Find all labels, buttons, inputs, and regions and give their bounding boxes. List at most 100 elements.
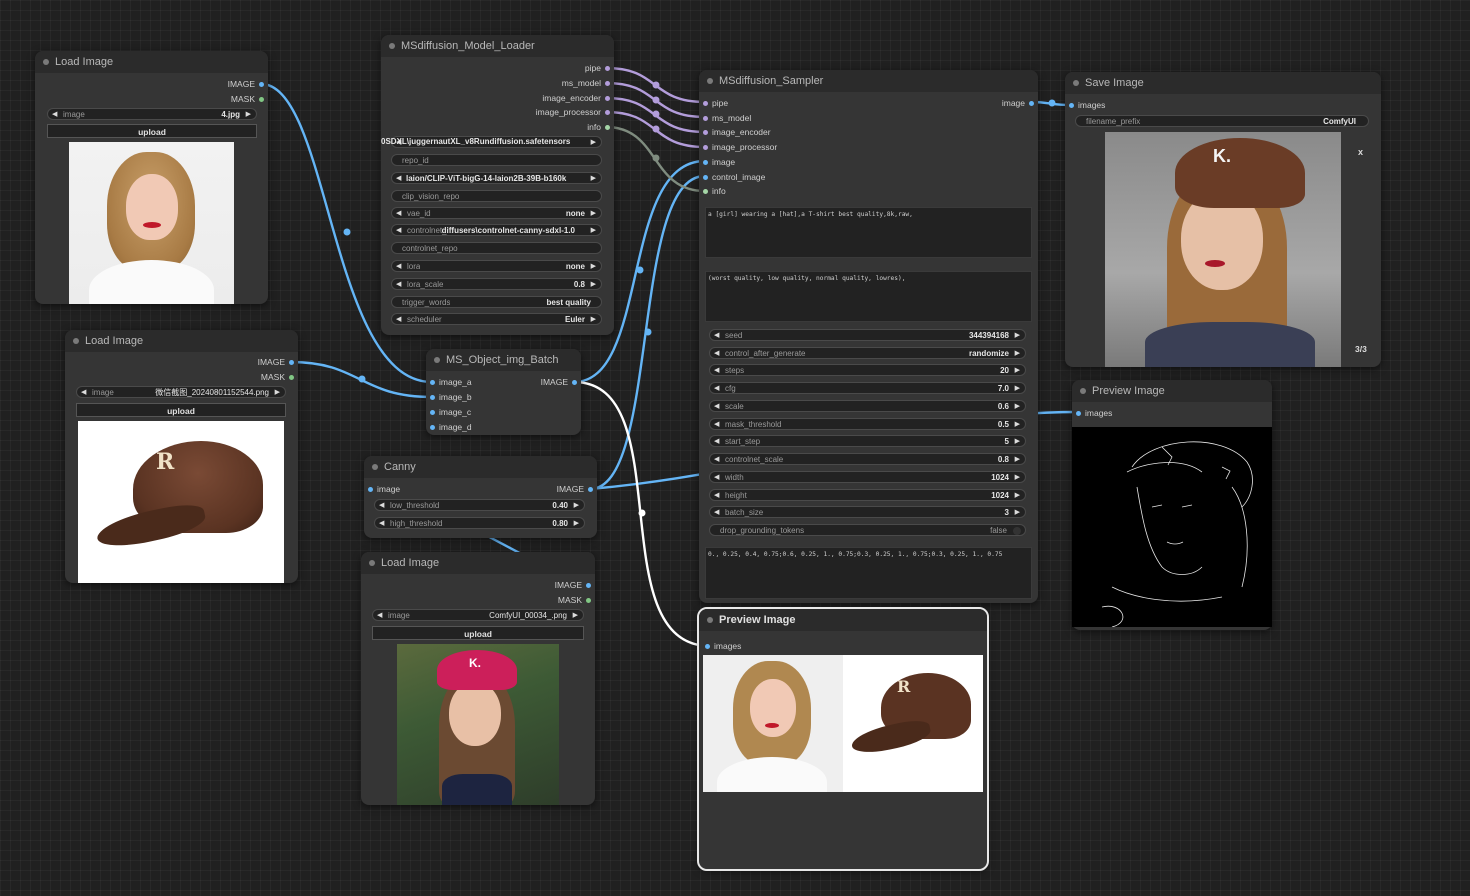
upload-button[interactable]: upload bbox=[372, 626, 584, 640]
controlnet-repo-field[interactable]: controlnet_repo bbox=[391, 242, 602, 254]
node-title-bar[interactable]: Load Image bbox=[65, 330, 298, 352]
collapse-dot-icon[interactable] bbox=[369, 560, 375, 566]
controlnet-widget[interactable]: ◀ controlnet_... diffusers\controlnet-cann… bbox=[391, 224, 602, 236]
input-control-image-slot[interactable]: control_image bbox=[703, 172, 765, 182]
collapse-dot-icon[interactable] bbox=[372, 464, 378, 470]
input-image-a-slot[interactable]: image_a bbox=[430, 377, 472, 387]
trigger-words-field[interactable]: trigger_words best quality bbox=[391, 296, 602, 308]
collapse-dot-icon[interactable] bbox=[73, 338, 79, 344]
input-image-processor-slot[interactable]: image_processor bbox=[703, 142, 777, 152]
node-title-bar[interactable]: Canny bbox=[364, 456, 597, 478]
lora-scale-widget[interactable]: ◀ lora_scale 0.8 ▶ bbox=[391, 278, 602, 290]
upload-button[interactable]: upload bbox=[76, 403, 286, 417]
cfg-widget[interactable]: ◀ cfg 7.0 ▶ bbox=[709, 382, 1026, 394]
repo-id-field[interactable]: repo_id bbox=[391, 154, 602, 166]
lora-widget[interactable]: ◀ lora none ▶ bbox=[391, 260, 602, 272]
input-image-encoder-slot[interactable]: image_encoder bbox=[703, 127, 771, 137]
output-image-slot[interactable]: IMAGE bbox=[555, 580, 591, 590]
preview-image-node-canny[interactable]: Preview Image images bbox=[1072, 380, 1272, 630]
load-image-node-2[interactable]: Load Image IMAGE MASK ◀ image 微信截图_2024080… bbox=[65, 330, 298, 583]
node-title-bar[interactable]: MSdiffusion_Model_Loader bbox=[381, 35, 614, 57]
preview-image-node-batch[interactable]: Preview Image images R bbox=[697, 607, 989, 871]
load-image-node-3[interactable]: Load Image IMAGE MASK ◀ image ComfyUI_0003… bbox=[361, 552, 595, 805]
height-widget[interactable]: ◀ height 1024 ▶ bbox=[709, 489, 1026, 501]
output-image-processor-slot[interactable]: image_processor bbox=[536, 107, 610, 117]
mask-threshold-widget[interactable]: ◀ mask_threshold 0.5 ▶ bbox=[709, 418, 1026, 430]
collapse-dot-icon[interactable] bbox=[707, 78, 713, 84]
low-threshold-widget[interactable]: ◀ low_threshold 0.40 ▶ bbox=[374, 499, 585, 511]
input-image-slot[interactable]: image bbox=[703, 157, 735, 167]
model-loader-node[interactable]: MSdiffusion_Model_Loader pipe ms_model i… bbox=[381, 35, 614, 335]
node-title-bar[interactable]: Preview Image bbox=[1072, 380, 1272, 402]
node-title-bar[interactable]: MSdiffusion_Sampler bbox=[699, 70, 1038, 92]
drop-grounding-tokens-toggle[interactable]: drop_grounding_tokens false bbox=[709, 524, 1026, 536]
start-step-widget[interactable]: ◀ start_step 5 ▶ bbox=[709, 435, 1026, 447]
canny-edge-image[interactable] bbox=[1072, 427, 1272, 627]
clip-select-widget[interactable]: ◀ ▶ laion/CLIP-ViT-bigG-14-laion2B-39B-b1… bbox=[391, 172, 602, 184]
input-ms-model-slot[interactable]: ms_model bbox=[703, 113, 751, 123]
upload-button[interactable]: upload bbox=[47, 124, 257, 138]
input-images-slot[interactable]: images bbox=[1076, 408, 1112, 418]
positive-prompt-textarea[interactable]: a [girl] wearing a [hat],a T-shirt best … bbox=[705, 207, 1032, 258]
seed-widget[interactable]: ◀ seed 344394168 ▶ bbox=[709, 329, 1026, 341]
load-image-node-1[interactable]: Load Image IMAGE MASK ◀ image 4.jpg ▶ uploa… bbox=[35, 51, 268, 304]
output-mask-slot[interactable]: MASK bbox=[261, 372, 294, 382]
image-select-widget[interactable]: ◀ image 微信截图_20240801152544.png ▶ bbox=[76, 386, 286, 398]
control-after-generate-widget[interactable]: ◀ control_after_generate randomize ▶ bbox=[709, 347, 1026, 359]
collapse-dot-icon[interactable] bbox=[1073, 80, 1079, 86]
batch-preview-woman[interactable] bbox=[703, 655, 843, 792]
collapse-dot-icon[interactable] bbox=[43, 59, 49, 65]
canny-node[interactable]: Canny image IMAGE ◀ low_threshold 0.40 ▶ ◀ h… bbox=[364, 456, 597, 538]
input-image-slot[interactable]: image bbox=[368, 484, 400, 494]
close-icon[interactable]: x bbox=[1358, 147, 1363, 157]
input-pipe-slot[interactable]: pipe bbox=[703, 98, 728, 108]
output-image-slot[interactable]: IMAGE bbox=[258, 357, 294, 367]
batch-preview-cap[interactable]: R bbox=[843, 655, 983, 792]
output-mask-slot[interactable]: MASK bbox=[558, 595, 591, 605]
output-image-girl-brown-cap[interactable]: K. bbox=[1105, 132, 1341, 367]
input-images-slot[interactable]: images bbox=[1069, 100, 1105, 110]
arrow-left-icon: ◀ bbox=[714, 456, 720, 463]
input-image-c-slot[interactable]: image_c bbox=[430, 407, 471, 417]
node-title-bar[interactable]: Load Image bbox=[361, 552, 595, 574]
vae-id-widget[interactable]: ◀ vae_id none ▶ bbox=[391, 207, 602, 219]
sampler-node[interactable]: MSdiffusion_Sampler pipe ms_model image_… bbox=[699, 70, 1038, 603]
output-image-encoder-slot[interactable]: image_encoder bbox=[542, 93, 610, 103]
output-image-slot[interactable]: IMAGE bbox=[228, 79, 264, 89]
filename-prefix-field[interactable]: filename_prefix ComfyUI bbox=[1075, 115, 1369, 127]
node-title-bar[interactable]: Preview Image bbox=[699, 609, 987, 631]
image-select-widget[interactable]: ◀ image ComfyUI_00034_.png ▶ bbox=[372, 609, 584, 621]
steps-widget[interactable]: ◀ steps 20 ▶ bbox=[709, 364, 1026, 376]
collapse-dot-icon[interactable] bbox=[707, 617, 713, 623]
batch-size-widget[interactable]: ◀ batch_size 3 ▶ bbox=[709, 506, 1026, 518]
clip-vision-repo-field[interactable]: clip_vision_repo bbox=[391, 190, 602, 202]
input-image-d-slot[interactable]: image_d bbox=[430, 422, 472, 432]
input-info-slot[interactable]: info bbox=[703, 186, 726, 196]
node-title-bar[interactable]: MS_Object_img_Batch bbox=[426, 349, 581, 371]
node-title: Load Image bbox=[381, 557, 440, 569]
output-info-slot[interactable]: info bbox=[587, 122, 610, 132]
scheduler-widget[interactable]: ◀ scheduler Euler ▶ bbox=[391, 313, 602, 325]
negative-prompt-textarea[interactable]: (worst quality, low quality, normal qual… bbox=[705, 271, 1032, 322]
output-image-slot[interactable]: IMAGE bbox=[541, 377, 577, 387]
controlnet-scale-widget[interactable]: ◀ controlnet_scale 0.8 ▶ bbox=[709, 453, 1026, 465]
node-title-bar[interactable]: Load Image bbox=[35, 51, 268, 73]
output-image-slot[interactable]: image bbox=[1002, 98, 1034, 108]
collapse-dot-icon[interactable] bbox=[389, 43, 395, 49]
output-image-slot[interactable]: IMAGE bbox=[557, 484, 593, 494]
input-image-b-slot[interactable]: image_b bbox=[430, 392, 472, 402]
output-ms-model-slot[interactable]: ms_model bbox=[562, 78, 610, 88]
image-select-widget[interactable]: ◀ image 4.jpg ▶ bbox=[47, 108, 257, 120]
object-img-batch-node[interactable]: MS_Object_img_Batch image_a image_b imag… bbox=[426, 349, 581, 435]
collapse-dot-icon[interactable] bbox=[434, 357, 440, 363]
output-mask-slot[interactable]: MASK bbox=[231, 94, 264, 104]
output-pipe-slot[interactable]: pipe bbox=[585, 63, 610, 73]
input-images-slot[interactable]: images bbox=[705, 641, 741, 651]
save-image-node[interactable]: Save Image images filename_prefix ComfyUI… bbox=[1065, 72, 1381, 367]
width-widget[interactable]: ◀ width 1024 ▶ bbox=[709, 471, 1026, 483]
scale-widget[interactable]: ◀ scale 0.6 ▶ bbox=[709, 400, 1026, 412]
collapse-dot-icon[interactable] bbox=[1080, 388, 1086, 394]
node-title-bar[interactable]: Save Image bbox=[1065, 72, 1381, 94]
high-threshold-widget[interactable]: ◀ high_threshold 0.80 ▶ bbox=[374, 517, 585, 529]
location-textarea[interactable]: 0., 0.25, 0.4, 0.75;0.6, 0.25, 1., 0.75;… bbox=[705, 547, 1032, 599]
